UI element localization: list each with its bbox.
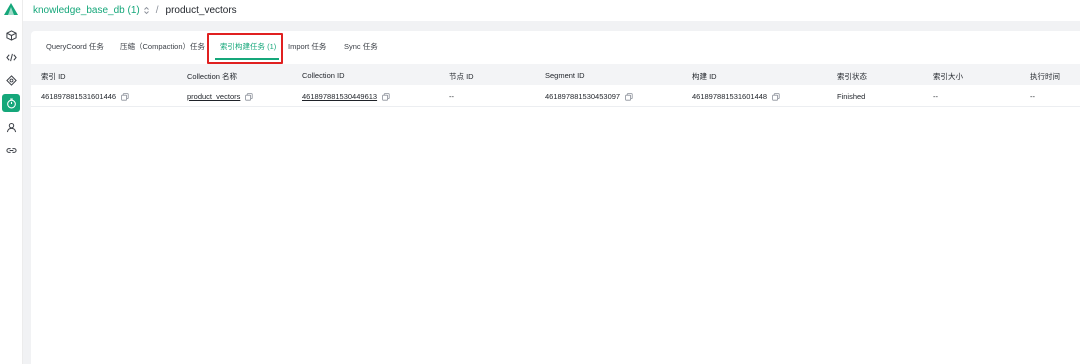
build-id-value: 461897881531601448 [692, 92, 768, 101]
task-tabs: QueryCoord 任务 压缩（Compaction）任务 索引构建任务 (1… [31, 31, 1080, 64]
copy-icon[interactable] [121, 92, 129, 101]
breadcrumb-database-label: knowledge_base_db (1) [33, 5, 140, 16]
breadcrumb-database[interactable]: knowledge_base_db (1) [33, 5, 150, 16]
main-content: QueryCoord 任务 压缩（Compaction）任务 索引构建任务 (1… [23, 21, 1080, 364]
tab-import[interactable]: Import 任务 [288, 41, 326, 52]
breadcrumb-collection: product_vectors [165, 5, 237, 16]
collection-id-link[interactable]: 461897881530449613 [302, 92, 377, 101]
table-header: 索引 ID Collection 名称 Collection ID 节点 ID … [31, 64, 1080, 85]
header-node-id[interactable]: 节点 ID [449, 71, 474, 82]
sort-caret-icon [143, 6, 149, 15]
header-collection-name[interactable]: Collection 名称 [187, 71, 237, 82]
collection-name-link[interactable]: product_vectors [187, 92, 240, 101]
diamond-nodes-icon[interactable] [2, 71, 20, 89]
copy-icon[interactable] [625, 92, 633, 101]
cell-build-id: 461897881531601448 [692, 92, 780, 101]
code-icon[interactable] [2, 48, 20, 66]
sidebar [0, 0, 23, 364]
table-row: 461897881531601446 product_vectors 46189… [31, 85, 1080, 107]
copy-icon[interactable] [772, 92, 780, 101]
index-build-table: 索引 ID Collection 名称 Collection ID 节点 ID … [31, 64, 1080, 107]
header-segment-id[interactable]: Segment ID [545, 71, 585, 80]
header-collection-id[interactable]: Collection ID [302, 71, 345, 80]
cell-index-status: Finished [837, 92, 866, 101]
tab-querycoord[interactable]: QueryCoord 任务 [46, 41, 104, 52]
header-build-id[interactable]: 构建 ID [692, 71, 717, 82]
header-index-id[interactable]: 索引 ID [41, 71, 66, 82]
cube-icon[interactable] [2, 26, 20, 44]
cell-index-id: 461897881531601446 [41, 92, 129, 101]
cell-index-size: -- [933, 92, 938, 101]
cell-node-id: -- [449, 92, 454, 101]
timer-icon[interactable] [2, 94, 20, 112]
cell-collection-name: product_vectors [187, 92, 253, 101]
cell-collection-id: 461897881530449613 [302, 92, 390, 101]
breadcrumb-separator: / [155, 5, 159, 16]
user-icon[interactable] [2, 118, 20, 136]
link-icon[interactable] [2, 141, 20, 159]
index-id-value: 461897881531601446 [41, 92, 117, 101]
copy-icon[interactable] [382, 92, 390, 101]
logo-icon[interactable] [4, 3, 18, 15]
breadcrumb: knowledge_base_db (1) / product_vectors [23, 0, 1080, 21]
tab-sync[interactable]: Sync 任务 [344, 41, 378, 52]
tab-compaction[interactable]: 压缩（Compaction）任务 [120, 41, 205, 52]
segment-id-value: 461897881530453097 [545, 92, 621, 101]
header-exec-time[interactable]: 执行时间 [1030, 71, 1060, 82]
tasks-panel: QueryCoord 任务 压缩（Compaction）任务 索引构建任务 (1… [31, 31, 1080, 364]
cell-exec-time: -- [1030, 92, 1035, 101]
header-index-status[interactable]: 索引状态 [837, 71, 867, 82]
annotation-highlight-box [207, 33, 283, 64]
header-index-size[interactable]: 索引大小 [933, 71, 963, 82]
copy-icon[interactable] [245, 92, 253, 101]
cell-segment-id: 461897881530453097 [545, 92, 633, 101]
